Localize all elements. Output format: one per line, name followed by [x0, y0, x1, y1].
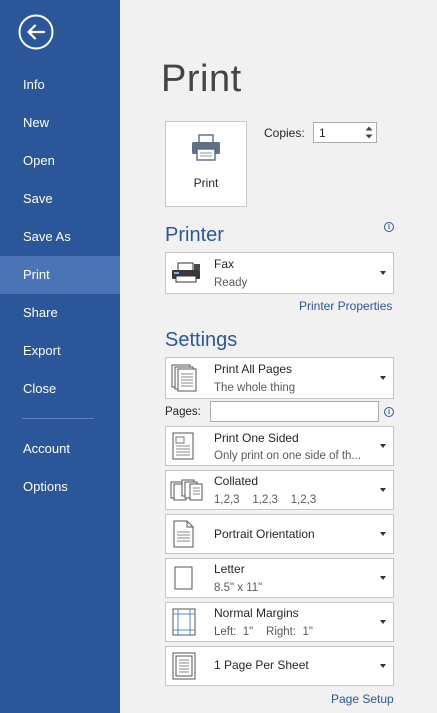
settings-section-title: Settings [165, 329, 238, 351]
paper-size-icon [174, 566, 193, 590]
collation-dropdown[interactable]: Collated 1,2,3 1,2,3 1,2,3 [165, 470, 394, 510]
nav-item-close[interactable]: Close [0, 370, 120, 408]
nav-item-export[interactable]: Export [0, 332, 120, 370]
printer-section-title: Printer [165, 224, 224, 246]
page-setup-link[interactable]: Page Setup [331, 692, 394, 706]
paper-size-subtitle: 8.5" x 11" [214, 582, 263, 594]
pages-per-sheet-icon [172, 652, 196, 680]
chevron-down-icon [380, 444, 386, 448]
nav-item-save[interactable]: Save [0, 180, 120, 218]
printer-status: Ready [214, 277, 248, 289]
print-range-dropdown[interactable]: Print All Pages The whole thing [165, 357, 394, 399]
orientation-title: Portrait Orientation [214, 527, 315, 541]
sides-dropdown[interactable]: Print One Sided Only print on one side o… [165, 426, 394, 466]
print-button-label: Print [193, 176, 219, 190]
sidebar-divider [22, 418, 94, 419]
pages-input[interactable] [210, 401, 379, 422]
collation-subtitle: 1,2,3 1,2,3 1,2,3 [214, 494, 317, 506]
nav-item-open[interactable]: Open [0, 142, 120, 180]
one-sided-icon [172, 432, 194, 460]
print-range-title: Print All Pages [214, 362, 293, 376]
chevron-down-icon [380, 271, 386, 275]
collated-icon [170, 479, 203, 501]
pages-per-sheet-dropdown[interactable]: 1 Page Per Sheet [165, 646, 394, 686]
printer-name: Fax [214, 257, 235, 271]
chevron-down-icon [380, 488, 386, 492]
chevron-down-icon [380, 576, 386, 580]
printer-properties-link[interactable]: Printer Properties [299, 299, 392, 313]
page-title: Print [161, 58, 242, 100]
info-icon[interactable]: i [384, 407, 394, 417]
margins-title: Normal Margins [214, 606, 299, 620]
sides-title: Print One Sided [214, 431, 299, 445]
print-panel: Print Print Copies: 1 Printer i Fax Read… [120, 0, 437, 713]
printer-dropdown[interactable]: Fax Ready [165, 252, 394, 294]
sides-subtitle: Only print on one side of th... [214, 450, 362, 462]
copies-label: Copies: [264, 126, 305, 140]
printer-icon [192, 134, 220, 161]
copies-stepper[interactable]: 1 [313, 122, 377, 143]
margins-dropdown[interactable]: Normal Margins Left: 1" Right: 1" [165, 602, 394, 642]
margins-subtitle: Left: 1" Right: 1" [214, 626, 313, 638]
fax-printer-icon [172, 262, 200, 283]
nav-item-share[interactable]: Share [0, 294, 120, 332]
back-arrow-icon[interactable] [18, 14, 54, 50]
copies-value[interactable]: 1 [319, 126, 326, 140]
print-button[interactable]: Print [165, 121, 247, 207]
paper-size-title: Letter [214, 562, 245, 576]
pages-label: Pages: [165, 406, 201, 418]
chevron-down-icon [380, 620, 386, 624]
paper-size-dropdown[interactable]: Letter 8.5" x 11" [165, 558, 394, 598]
chevron-down-icon [380, 376, 386, 380]
chevron-down-icon [380, 532, 386, 536]
chevron-down-icon [380, 664, 386, 668]
pages-icon [171, 364, 197, 392]
collation-title: Collated [214, 474, 259, 488]
nav-item-info[interactable]: Info [0, 66, 120, 104]
pages-per-sheet-title: 1 Page Per Sheet [214, 658, 309, 672]
margins-icon [172, 608, 196, 636]
info-icon[interactable]: i [384, 222, 394, 232]
backstage-sidebar: Info New Open Save Save As Print Share E… [0, 0, 120, 713]
print-range-subtitle: The whole thing [214, 382, 296, 394]
nav-item-options[interactable]: Options [0, 468, 120, 506]
nav-item-print[interactable]: Print [0, 256, 120, 294]
portrait-icon [173, 520, 194, 548]
orientation-dropdown[interactable]: Portrait Orientation [165, 514, 394, 554]
spin-down-icon[interactable] [363, 132, 375, 141]
nav-item-new[interactable]: New [0, 104, 120, 142]
nav-item-save-as[interactable]: Save As [0, 218, 120, 256]
nav-item-account[interactable]: Account [0, 430, 120, 468]
